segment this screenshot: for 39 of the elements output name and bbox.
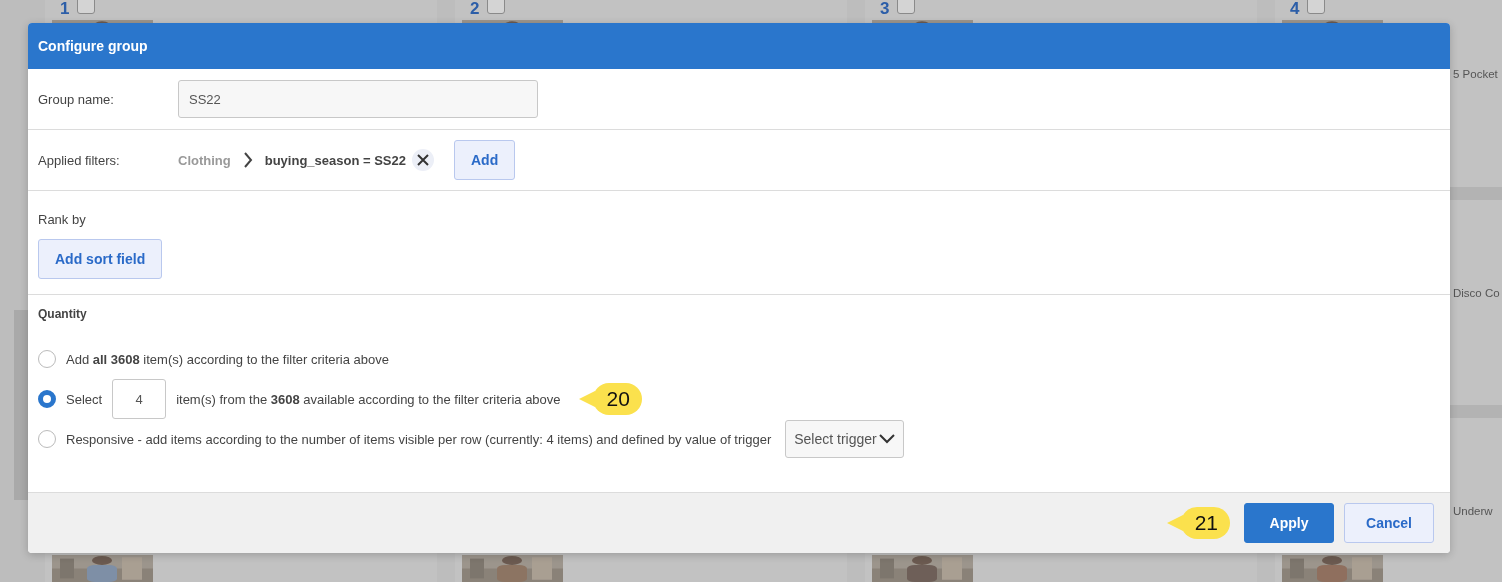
card-checkbox[interactable] [897,0,916,14]
quantity-heading: Quantity [38,307,87,321]
option-text: Add all 3608 item(s) according to the filter criteria above [66,351,390,367]
cancel-button[interactable]: Cancel [1344,503,1434,543]
field-label: Applied filters: [38,152,121,168]
option-text: Select [66,391,103,407]
card-checkbox[interactable] [1307,0,1326,14]
card-checkbox[interactable] [487,0,506,14]
product-name: Disco Co [1453,287,1500,299]
trigger-select[interactable]: Select trigger [785,420,904,458]
chevron-down-icon [878,434,895,444]
remove-filter-button[interactable] [412,149,434,171]
close-icon [417,154,429,166]
item-count-field[interactable]: 4 [112,379,167,419]
product-name: Underw [1453,505,1493,517]
radio-button[interactable] [38,430,56,448]
product-name: 5 Pocket [1453,68,1498,80]
add-filter-button[interactable]: Add [454,140,516,180]
radio-button[interactable] [38,390,56,408]
card-number: 3 [880,0,890,18]
group-name-field[interactable]: SS22 [178,80,538,118]
dialog-title: Configure group [38,38,148,54]
step-callout: 20 [578,383,642,415]
radio-button[interactable] [38,350,56,368]
option-text: item(s) from the 3608 available according to the filter criteria above [176,391,561,407]
card-number: 4 [1290,0,1300,18]
step-callout: 21 [1166,507,1230,539]
scrollbar[interactable] [14,310,28,500]
rank-by-label: Rank by [38,212,86,227]
filter-category: Clothing [178,152,231,168]
field-label: Group name: [38,91,115,107]
card-number: 1 [60,0,70,18]
card-number: 2 [470,0,480,18]
filter-condition: buying_season = SS22 [264,152,406,168]
card-checkbox[interactable] [77,0,96,14]
apply-button[interactable]: Apply [1244,503,1334,543]
option-text: Responsive - add items according to the number of items visible per row (currently: 4 items) and defined by value of trigger [66,431,772,447]
chevron-right-icon [242,152,253,168]
add-sort-field-button[interactable]: Add sort field [38,239,163,279]
